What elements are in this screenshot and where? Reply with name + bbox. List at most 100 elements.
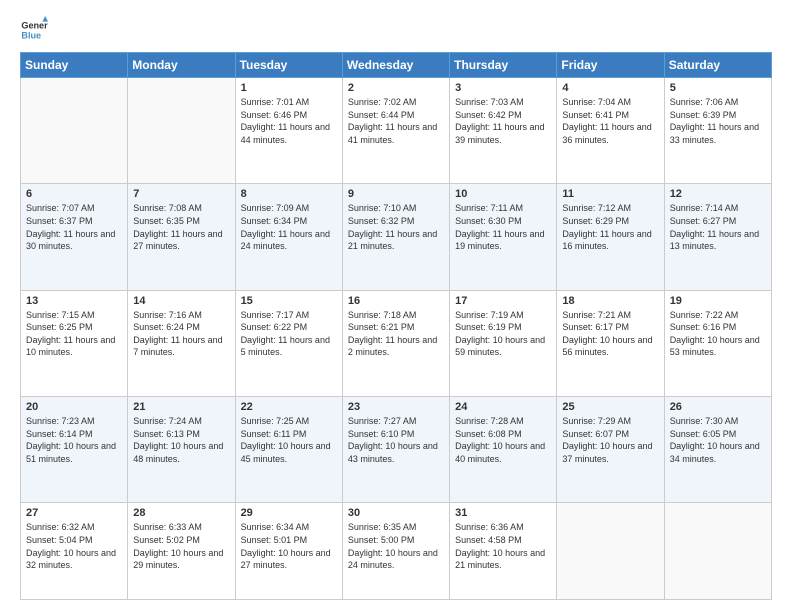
sunrise-text: Sunrise: 6:33 AM [133,521,229,534]
daylight-text: Daylight: 10 hours and 27 minutes. [241,547,337,572]
daylight-text: Daylight: 10 hours and 59 minutes. [455,334,551,359]
sunset-text: Sunset: 6:27 PM [670,215,766,228]
day-number: 18 [562,295,658,307]
daylight-text: Daylight: 11 hours and 27 minutes. [133,228,229,253]
calendar-cell: 12Sunrise: 7:14 AMSunset: 6:27 PMDayligh… [664,184,771,290]
sunset-text: Sunset: 6:05 PM [670,428,766,441]
cell-info: Sunrise: 7:06 AMSunset: 6:39 PMDaylight:… [670,96,766,146]
sunrise-text: Sunrise: 7:29 AM [562,415,658,428]
cell-info: Sunrise: 7:30 AMSunset: 6:05 PMDaylight:… [670,415,766,465]
logo-icon: General Blue [20,16,48,44]
day-number: 31 [455,507,551,519]
day-number: 15 [241,295,337,307]
logo: General Blue [20,16,52,44]
sunset-text: Sunset: 6:13 PM [133,428,229,441]
calendar-cell: 19Sunrise: 7:22 AMSunset: 6:16 PMDayligh… [664,290,771,396]
sunset-text: Sunset: 6:35 PM [133,215,229,228]
calendar-cell [21,78,128,184]
sunrise-text: Sunrise: 7:25 AM [241,415,337,428]
calendar-cell: 23Sunrise: 7:27 AMSunset: 6:10 PMDayligh… [342,396,449,502]
cell-info: Sunrise: 7:07 AMSunset: 6:37 PMDaylight:… [26,202,122,252]
sunrise-text: Sunrise: 6:34 AM [241,521,337,534]
day-number: 21 [133,401,229,413]
sunset-text: Sunset: 5:02 PM [133,534,229,547]
sunrise-text: Sunrise: 7:03 AM [455,96,551,109]
sunset-text: Sunset: 5:00 PM [348,534,444,547]
calendar-cell: 3Sunrise: 7:03 AMSunset: 6:42 PMDaylight… [450,78,557,184]
sunset-text: Sunset: 6:46 PM [241,109,337,122]
day-number: 24 [455,401,551,413]
calendar-cell: 13Sunrise: 7:15 AMSunset: 6:25 PMDayligh… [21,290,128,396]
weekday-header: Monday [128,53,235,78]
sunrise-text: Sunrise: 7:08 AM [133,202,229,215]
day-number: 7 [133,188,229,200]
day-number: 14 [133,295,229,307]
sunset-text: Sunset: 6:07 PM [562,428,658,441]
calendar-cell: 15Sunrise: 7:17 AMSunset: 6:22 PMDayligh… [235,290,342,396]
daylight-text: Daylight: 11 hours and 7 minutes. [133,334,229,359]
daylight-text: Daylight: 10 hours and 37 minutes. [562,440,658,465]
daylight-text: Daylight: 10 hours and 43 minutes. [348,440,444,465]
day-number: 17 [455,295,551,307]
sunset-text: Sunset: 6:24 PM [133,321,229,334]
day-number: 9 [348,188,444,200]
daylight-text: Daylight: 10 hours and 34 minutes. [670,440,766,465]
cell-info: Sunrise: 7:03 AMSunset: 6:42 PMDaylight:… [455,96,551,146]
cell-info: Sunrise: 7:16 AMSunset: 6:24 PMDaylight:… [133,309,229,359]
cell-info: Sunrise: 7:25 AMSunset: 6:11 PMDaylight:… [241,415,337,465]
sunset-text: Sunset: 6:10 PM [348,428,444,441]
daylight-text: Daylight: 11 hours and 10 minutes. [26,334,122,359]
day-number: 25 [562,401,658,413]
day-number: 1 [241,82,337,94]
calendar-cell: 29Sunrise: 6:34 AMSunset: 5:01 PMDayligh… [235,503,342,600]
day-number: 13 [26,295,122,307]
sunrise-text: Sunrise: 7:18 AM [348,309,444,322]
cell-info: Sunrise: 7:19 AMSunset: 6:19 PMDaylight:… [455,309,551,359]
calendar-cell [128,78,235,184]
calendar-cell: 5Sunrise: 7:06 AMSunset: 6:39 PMDaylight… [664,78,771,184]
day-number: 2 [348,82,444,94]
sunset-text: Sunset: 6:37 PM [26,215,122,228]
cell-info: Sunrise: 7:08 AMSunset: 6:35 PMDaylight:… [133,202,229,252]
sunrise-text: Sunrise: 7:24 AM [133,415,229,428]
day-number: 6 [26,188,122,200]
day-number: 28 [133,507,229,519]
calendar-cell: 14 Sunrise: 7:16 AMSunset: 6:24 PMDayligh… [128,290,235,396]
cell-info: Sunrise: 7:22 AMSunset: 6:16 PMDaylight:… [670,309,766,359]
sunrise-text: Sunrise: 7:19 AM [455,309,551,322]
calendar-week-row: 1 Sunrise: 7:01 AMSunset: 6:46 PMDaylight… [21,78,772,184]
cell-info: Sunrise: 7:12 AMSunset: 6:29 PMDaylight:… [562,202,658,252]
sunset-text: Sunset: 5:01 PM [241,534,337,547]
calendar-cell: 7 Sunrise: 7:08 AMSunset: 6:35 PMDaylight… [128,184,235,290]
cell-info: Sunrise: 6:32 AMSunset: 5:04 PMDaylight:… [26,521,122,571]
sunset-text: Sunset: 6:41 PM [562,109,658,122]
sunrise-text: Sunrise: 7:12 AM [562,202,658,215]
calendar-cell: 27 Sunrise: 6:32 AMSunset: 5:04 PMDayligh… [21,503,128,600]
cell-info: Sunrise: 7:02 AMSunset: 6:44 PMDaylight:… [348,96,444,146]
weekday-header: Saturday [664,53,771,78]
sunrise-text: Sunrise: 7:22 AM [670,309,766,322]
sunset-text: Sunset: 6:25 PM [26,321,122,334]
cell-info: Sunrise: 7:01 AMSunset: 6:46 PMDaylight:… [241,96,337,146]
day-number: 27 [26,507,122,519]
day-number: 8 [241,188,337,200]
sunset-text: Sunset: 6:08 PM [455,428,551,441]
daylight-text: Daylight: 10 hours and 40 minutes. [455,440,551,465]
calendar-cell: 25 Sunrise: 7:29 AMSunset: 6:07 PMDayligh… [557,396,664,502]
calendar-cell: 20Sunrise: 7:23 AMSunset: 6:14 PMDayligh… [21,396,128,502]
sunset-text: Sunset: 6:29 PM [562,215,658,228]
weekday-header: Thursday [450,53,557,78]
sunrise-text: Sunrise: 7:30 AM [670,415,766,428]
calendar-cell: 30Sunrise: 6:35 AMSunset: 5:00 PMDayligh… [342,503,449,600]
sunset-text: Sunset: 6:39 PM [670,109,766,122]
sunrise-text: Sunrise: 7:07 AM [26,202,122,215]
sunset-text: Sunset: 6:44 PM [348,109,444,122]
daylight-text: Daylight: 10 hours and 29 minutes. [133,547,229,572]
calendar-cell: 17 Sunrise: 7:19 AMSunset: 6:19 PMDayligh… [450,290,557,396]
day-number: 30 [348,507,444,519]
cell-info: Sunrise: 7:14 AMSunset: 6:27 PMDaylight:… [670,202,766,252]
calendar-cell: 9Sunrise: 7:10 AMSunset: 6:32 PMDaylight… [342,184,449,290]
daylight-text: Daylight: 11 hours and 24 minutes. [241,228,337,253]
cell-info: Sunrise: 7:28 AMSunset: 6:08 PMDaylight:… [455,415,551,465]
sunrise-text: Sunrise: 6:35 AM [348,521,444,534]
